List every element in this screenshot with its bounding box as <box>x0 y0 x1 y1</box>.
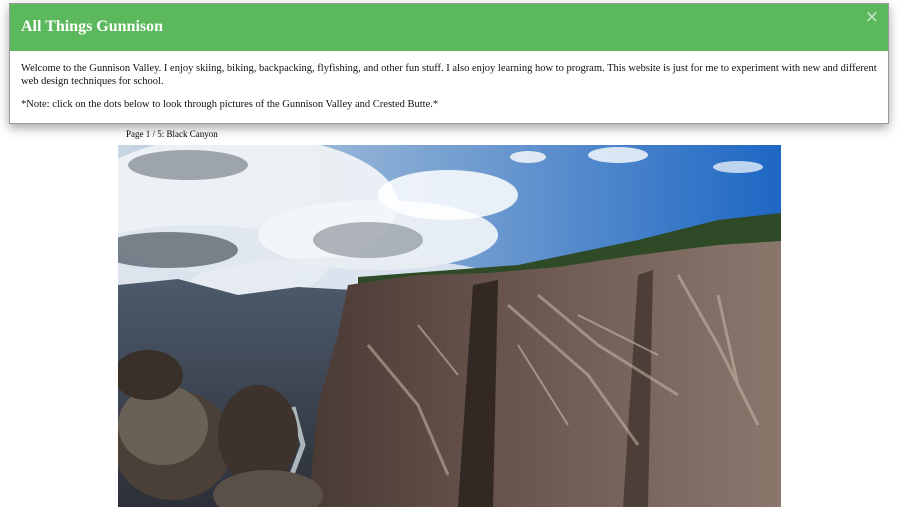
close-icon[interactable]: × <box>865 7 879 27</box>
slide-image-black-canyon <box>118 145 781 507</box>
welcome-modal: All Things Gunnison × Welcome to the Gun… <box>9 3 889 124</box>
black-canyon-photo <box>118 145 781 507</box>
modal-header: All Things Gunnison × <box>10 4 888 51</box>
modal-title: All Things Gunnison <box>21 18 164 35</box>
intro-text: Welcome to the Gunnison Valley. I enjoy … <box>21 63 877 87</box>
modal-body: Welcome to the Gunnison Valley. I enjoy … <box>10 51 888 111</box>
slide-caption: Page 1 / 5: Black Canyon <box>126 129 218 139</box>
note-text: *Note: click on the dots below to look t… <box>21 99 439 110</box>
